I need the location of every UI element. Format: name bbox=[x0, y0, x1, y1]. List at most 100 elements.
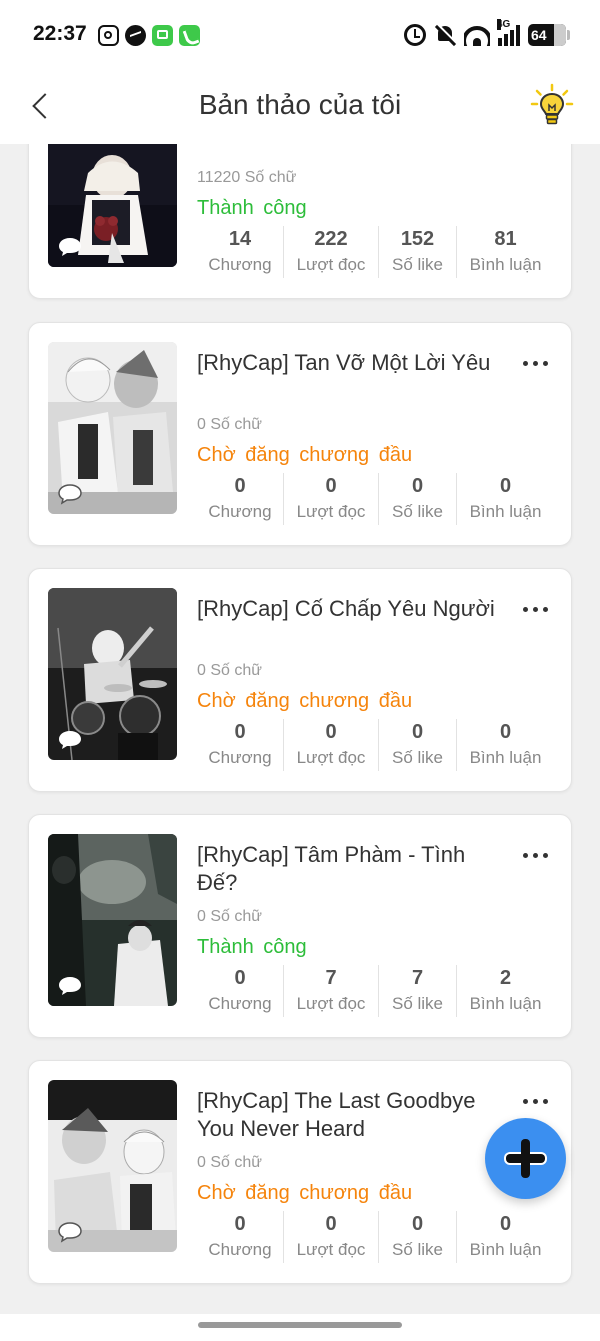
lightbulb-icon[interactable] bbox=[528, 82, 576, 130]
stat-likes: 0 Số like bbox=[379, 1211, 457, 1263]
cellular-signal-icon: 4G bbox=[497, 19, 520, 46]
more-options-icon[interactable] bbox=[515, 845, 555, 865]
stat-label: Số like bbox=[391, 748, 444, 767]
status-bar: 22:37 4G 64 bbox=[0, 0, 600, 72]
stat-value: 222 bbox=[314, 228, 348, 250]
book-cover bbox=[48, 588, 177, 760]
stat-value: 0 bbox=[234, 721, 246, 743]
network-type-label: 4G bbox=[497, 19, 511, 30]
stat-reads: 7 Lượt đọc bbox=[284, 965, 379, 1017]
publish-status: Thành công bbox=[197, 936, 307, 958]
stat-label: Lượt đọc bbox=[296, 748, 366, 767]
stat-value: 0 bbox=[411, 721, 424, 743]
stat-label: Lượt đọc bbox=[296, 994, 366, 1013]
stat-label: Bình luận bbox=[469, 502, 542, 521]
book-cover bbox=[48, 1080, 177, 1252]
add-book-button[interactable] bbox=[485, 1118, 566, 1199]
comment-bubble-icon bbox=[58, 1222, 82, 1243]
stat-label: Số like bbox=[391, 1240, 444, 1259]
stat-value: 14 bbox=[228, 228, 252, 250]
more-options-icon[interactable] bbox=[515, 1091, 555, 1111]
stat-label: Chương bbox=[208, 502, 272, 521]
mute-bell-icon bbox=[434, 24, 456, 46]
stat-value: 0 bbox=[325, 1213, 337, 1235]
stat-label: Chương bbox=[208, 748, 272, 767]
stat-reads: 0 Lượt đọc bbox=[284, 473, 379, 525]
stat-value: 0 bbox=[499, 475, 512, 497]
stat-label: Chương bbox=[208, 994, 272, 1013]
word-count: 0 Số chữ bbox=[197, 1154, 262, 1171]
stat-chapters: 0 Chương bbox=[197, 965, 284, 1017]
stat-value: 0 bbox=[499, 721, 512, 743]
stat-chapters: 0 Chương bbox=[197, 1211, 284, 1263]
book-title[interactable]: [RhyCap] Tâm Phàm - Tình Đế? bbox=[197, 841, 497, 897]
book-cover bbox=[48, 834, 177, 1006]
stat-value: 0 bbox=[411, 1213, 424, 1235]
publish-status: Chờ đăng chương đầu bbox=[197, 690, 413, 712]
page-title: Bản thảo của tôi bbox=[198, 89, 402, 120]
stat-comments: 2 Bình luận bbox=[457, 965, 554, 1017]
phone-app-icon bbox=[179, 25, 200, 46]
stat-value: 0 bbox=[411, 475, 424, 497]
stat-value: 0 bbox=[234, 475, 246, 497]
stat-label: Bình luận bbox=[469, 748, 542, 767]
book-card[interactable]: [RhyCap] Cố Chấp Yêu Người 0 Số chữ Chờ … bbox=[28, 568, 572, 792]
stat-label: Bình luận bbox=[469, 255, 542, 274]
word-count: 0 Số chữ bbox=[197, 662, 262, 679]
message-app-icon bbox=[152, 25, 173, 46]
book-title[interactable]: [RhyCap] Tan Vỡ Một Lời Yêu bbox=[197, 349, 497, 377]
word-count: 11220 Số chữ bbox=[197, 169, 297, 186]
stat-label: Chương bbox=[208, 1240, 272, 1259]
stat-reads: 0 Lượt đọc bbox=[284, 1211, 379, 1263]
status-time: 22:37 bbox=[33, 22, 87, 45]
comment-bubble-icon bbox=[58, 484, 82, 505]
stat-label: Bình luận bbox=[469, 994, 542, 1013]
word-count: 0 Số chữ bbox=[197, 908, 262, 925]
publish-status: Chờ đăng chương đầu bbox=[197, 1182, 413, 1204]
stat-comments: 0 Bình luận bbox=[457, 719, 554, 771]
book-stats: 0 Chương 7 Lượt đọc 7 Số like 2 Bình luận bbox=[197, 965, 554, 1017]
alarm-icon bbox=[404, 24, 426, 46]
word-count: 0 Số chữ bbox=[197, 416, 262, 433]
more-options-icon[interactable] bbox=[515, 353, 555, 373]
stat-comments: 0 Bình luận bbox=[457, 473, 554, 525]
book-title[interactable]: [RhyCap] The Last Goodbye You Never Hear… bbox=[197, 1087, 497, 1143]
comment-bubble-icon bbox=[59, 238, 81, 256]
stat-likes: 0 Số like bbox=[379, 719, 457, 771]
book-stats: 0 Chương 0 Lượt đọc 0 Số like 0 Bình luận bbox=[197, 719, 554, 771]
stat-value: 0 bbox=[499, 1213, 512, 1235]
comment-bubble-icon bbox=[59, 731, 81, 749]
book-card[interactable]: 11220 Số chữ Thành công 14 Chương 222 Lượt… bbox=[28, 144, 572, 299]
stat-label: Lượt đọc bbox=[296, 1240, 366, 1259]
more-options-icon[interactable] bbox=[515, 599, 555, 619]
stat-reads: 0 Lượt đọc bbox=[284, 719, 379, 771]
book-stats: 14 Chương 222 Lượt đọc 152 Số like 81 Bình l… bbox=[197, 226, 554, 278]
stat-chapters: 0 Chương bbox=[197, 473, 284, 525]
app-bar: Bản thảo của tôi bbox=[0, 72, 600, 144]
stat-chapters: 14 Chương bbox=[197, 226, 284, 278]
book-card[interactable]: [RhyCap] Tan Vỡ Một Lời Yêu 0 Số chữ Chờ… bbox=[28, 322, 572, 546]
stat-likes: 152 Số like bbox=[379, 226, 457, 278]
book-stats: 0 Chương 0 Lượt đọc 0 Số like 0 Bình luận bbox=[197, 473, 554, 525]
wifi-icon bbox=[464, 24, 490, 46]
stat-likes: 0 Số like bbox=[379, 473, 457, 525]
stat-value: 0 bbox=[325, 475, 337, 497]
book-cover bbox=[48, 342, 177, 514]
stat-value: 7 bbox=[411, 967, 424, 989]
stat-value: 81 bbox=[494, 228, 517, 250]
home-indicator[interactable] bbox=[198, 1322, 402, 1328]
stat-label: Bình luận bbox=[469, 1240, 542, 1259]
stat-likes: 7 Số like bbox=[379, 965, 457, 1017]
instagram-icon bbox=[98, 25, 119, 46]
publish-status: Chờ đăng chương đầu bbox=[197, 444, 413, 466]
stat-value: 0 bbox=[325, 721, 337, 743]
stat-value: 7 bbox=[325, 967, 337, 989]
stat-comments: 81 Bình luận bbox=[457, 226, 554, 278]
stat-label: Lượt đọc bbox=[296, 502, 366, 521]
book-title[interactable]: [RhyCap] Cố Chấp Yêu Người bbox=[197, 595, 497, 623]
plus-icon bbox=[508, 1156, 543, 1161]
stat-value: 0 bbox=[234, 967, 246, 989]
stat-chapters: 0 Chương bbox=[197, 719, 284, 771]
stat-label: Lượt đọc bbox=[296, 255, 366, 274]
book-card[interactable]: [RhyCap] Tâm Phàm - Tình Đế? 0 Số chữ Th… bbox=[28, 814, 572, 1038]
